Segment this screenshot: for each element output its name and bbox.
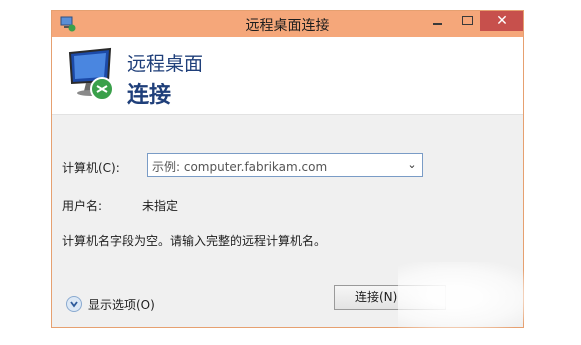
maximize-icon: [461, 16, 473, 25]
title-bar[interactable]: 远程桌面连接 ✕: [52, 11, 523, 37]
watermark-glow: [398, 262, 538, 332]
close-icon: ✕: [496, 13, 508, 29]
username-value: 未指定: [142, 199, 179, 213]
minimize-button[interactable]: [424, 11, 450, 31]
header-banner: 远程桌面 连接: [52, 37, 523, 115]
show-options-link[interactable]: 显示选项(O): [88, 296, 155, 313]
window-title: 远程桌面连接: [245, 18, 330, 34]
header-title: 连接: [127, 83, 172, 108]
computer-label: 计算机(C):: [62, 161, 120, 175]
computer-input[interactable]: 示例: computer.fabrikam.com: [152, 158, 327, 175]
username-label: 用户名:: [62, 199, 103, 213]
minimize-icon: [432, 23, 442, 25]
close-button[interactable]: ✕: [480, 11, 523, 31]
validation-message: 计算机名字段为空。请输入完整的远程计算机名。: [62, 234, 327, 248]
chevron-down-icon[interactable]: ⌄: [404, 155, 420, 175]
computer-combobox[interactable]: 示例: computer.fabrikam.com ⌄: [147, 153, 423, 177]
header-subtitle: 远程桌面: [127, 53, 204, 75]
expand-options-icon[interactable]: [66, 296, 82, 312]
maximize-button[interactable]: [454, 11, 480, 31]
monitor-icon: [68, 47, 114, 101]
